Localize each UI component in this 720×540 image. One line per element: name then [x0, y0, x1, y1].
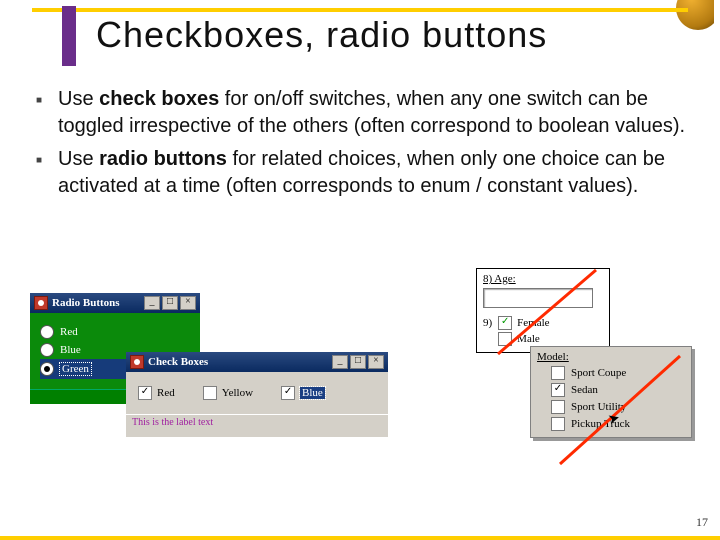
model-label: Model: [537, 351, 685, 363]
bullet-icon: ■ [36, 154, 58, 200]
top-accent-bar [32, 8, 688, 12]
checkbox-blue[interactable]: ✓ Blue [281, 386, 325, 400]
checkbox-icon [551, 400, 565, 414]
checkbox-icon [551, 366, 565, 380]
checkbox-icon[interactable] [498, 332, 512, 346]
checkbox-red[interactable]: ✓ Red [138, 386, 175, 400]
checkbox-row: ✓ Red Yellow ✓ Blue [126, 372, 388, 414]
option-female[interactable]: Female [517, 317, 549, 329]
radio-label: Green [60, 363, 91, 375]
checkbox-label: Red [157, 387, 175, 399]
text-bold: check boxes [99, 88, 219, 110]
check-boxes-window: Check Boxes _ □ × ✓ Red Yellow ✓ Blue This… [126, 352, 388, 437]
checkbox-icon[interactable]: ✓ [498, 316, 512, 330]
maximize-button[interactable]: □ [162, 296, 178, 310]
app-icon [34, 296, 48, 310]
window-title: Radio Buttons [52, 297, 120, 309]
model-option[interactable]: Sport Coupe [551, 366, 685, 380]
radio-icon [40, 325, 54, 339]
close-button[interactable]: × [180, 296, 196, 310]
text-bold: radio buttons [99, 148, 227, 170]
corner-logo: S [668, 0, 714, 36]
bullet-item: ■ Use check boxes for on/off switches, w… [36, 86, 690, 140]
slide: S Checkboxes, radio buttons ■ Use check … [0, 0, 720, 540]
checkbox-icon: ✓ [138, 386, 152, 400]
radio-label: Red [60, 326, 78, 338]
bullet-list: ■ Use check boxes for on/off switches, w… [36, 86, 690, 206]
question-number: 9) [483, 317, 492, 329]
statusbar: This is the label text [126, 414, 388, 437]
checkbox-icon: ✓ [551, 383, 565, 397]
minimize-button[interactable]: _ [144, 296, 160, 310]
text: Use [58, 88, 99, 110]
bullet-item: ■ Use radio buttons for related choices,… [36, 146, 690, 200]
bullet-icon: ■ [36, 94, 58, 140]
option-label: Sedan [571, 384, 598, 396]
minimize-button[interactable]: _ [332, 355, 348, 369]
option-label: Sport Coupe [571, 367, 626, 379]
age-gender-form: 8) Age: 9)✓Female 9)Male [476, 268, 610, 353]
checkbox-icon [203, 386, 217, 400]
checkbox-label: Blue [300, 387, 325, 399]
model-option[interactable]: ✓ Sedan [551, 383, 685, 397]
checkbox-yellow[interactable]: Yellow [203, 386, 253, 400]
checkbox-label: Yellow [222, 387, 253, 399]
page-number: 17 [696, 515, 708, 530]
radio-icon [40, 343, 54, 357]
checkbox-icon [551, 417, 565, 431]
radio-label: Blue [60, 344, 81, 356]
titlebar: Radio Buttons _ □ × [30, 293, 200, 313]
window-title: Check Boxes [148, 356, 208, 368]
app-icon [130, 355, 144, 369]
radio-icon [40, 362, 54, 376]
slide-title: Checkboxes, radio buttons [96, 14, 547, 56]
titlebar: Check Boxes _ □ × [126, 352, 388, 372]
bottom-accent-bar [0, 536, 720, 540]
left-accent-bar [62, 6, 76, 66]
close-button[interactable]: × [368, 355, 384, 369]
age-label: 8) Age: [483, 273, 603, 285]
option-male[interactable]: Male [517, 333, 540, 345]
text: Use [58, 148, 99, 170]
maximize-button[interactable]: □ [350, 355, 366, 369]
checkbox-icon: ✓ [281, 386, 295, 400]
radio-option-red[interactable]: Red [40, 323, 190, 341]
age-input[interactable] [483, 288, 593, 308]
